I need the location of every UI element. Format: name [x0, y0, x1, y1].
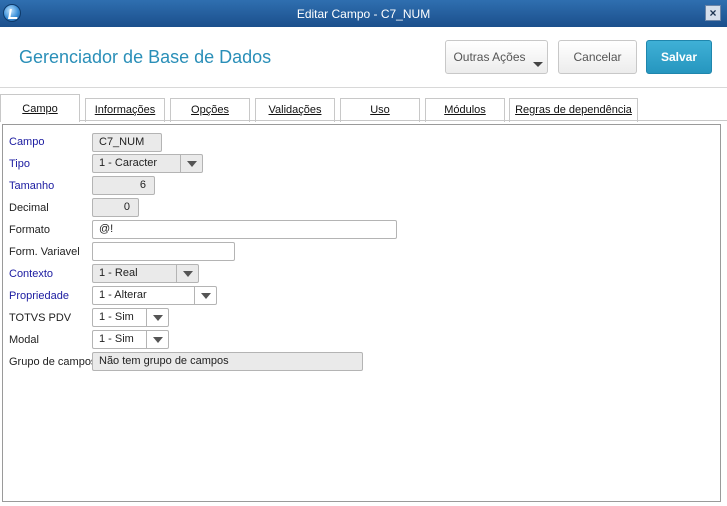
decimal-label: Decimal	[9, 202, 49, 214]
totvs-pdv-select[interactable]: 1 - Sim	[92, 308, 169, 327]
cancel-button[interactable]: Cancelar	[558, 40, 637, 74]
modal-select[interactable]: 1 - Sim	[92, 330, 169, 349]
tipo-value: 1 - Caracter	[99, 157, 158, 169]
window-titlebar: Editar Campo - C7_NUM ×	[0, 0, 727, 27]
campo-field[interactable]: C7_NUM	[92, 133, 162, 152]
tipo-select[interactable]: 1 - Caracter	[92, 154, 203, 173]
tamanho-label: Tamanho	[9, 180, 55, 192]
form-variavel-field[interactable]	[92, 242, 235, 261]
tab-bar: Campo Informações Opções Validações Uso …	[0, 87, 727, 122]
chevron-down-icon[interactable]	[146, 309, 168, 326]
close-icon[interactable]: ×	[705, 5, 721, 21]
tab-uso[interactable]: Uso	[340, 98, 420, 122]
formato-label: Formato	[9, 224, 50, 236]
grupo-campos-label: Grupo de campos	[9, 356, 97, 368]
other-actions-button[interactable]: Outras Ações	[445, 40, 548, 74]
header: Gerenciador de Base de Dados Outras Açõe…	[0, 27, 727, 87]
decimal-field[interactable]: 0	[92, 198, 139, 217]
contexto-label: Contexto	[9, 268, 54, 280]
tab-informacoes[interactable]: Informações	[85, 98, 165, 122]
grupo-campos-field[interactable]: Não tem grupo de campos	[92, 352, 363, 371]
modal-label: Modal	[9, 334, 39, 346]
modal-value: 1 - Sim	[99, 333, 134, 345]
tab-validacoes[interactable]: Validações	[255, 98, 335, 122]
totvs-pdv-value: 1 - Sim	[99, 311, 134, 323]
totvs-pdv-label: TOTVS PDV	[9, 312, 72, 324]
page-title: Gerenciador de Base de Dados	[19, 47, 272, 67]
chevron-down-icon[interactable]	[176, 265, 198, 282]
other-actions-label: Outras Ações	[453, 50, 526, 64]
chevron-down-icon[interactable]	[194, 287, 216, 304]
propriedade-label: Propriedade	[9, 290, 69, 302]
contexto-value: 1 - Real	[99, 267, 138, 279]
window-title: Editar Campo - C7_NUM	[296, 7, 431, 21]
tab-regras-dependencia[interactable]: Regras de dependência	[509, 98, 638, 122]
campo-label: Campo	[9, 136, 45, 148]
tab-divider	[0, 120, 727, 121]
formato-field[interactable]: @!	[92, 220, 397, 239]
tab-modulos[interactable]: Módulos	[425, 98, 505, 122]
tamanho-field[interactable]: 6	[92, 176, 155, 195]
propriedade-select[interactable]: 1 - Alterar	[92, 286, 217, 305]
tab-campo[interactable]: Campo	[0, 94, 80, 122]
chevron-down-icon	[533, 62, 543, 67]
contexto-select[interactable]: 1 - Real	[92, 264, 199, 283]
tab-opcoes[interactable]: Opções	[170, 98, 250, 122]
chevron-down-icon[interactable]	[180, 155, 202, 172]
propriedade-value: 1 - Alterar	[99, 289, 147, 301]
save-button[interactable]: Salvar	[646, 40, 712, 74]
form-panel: Campo C7_NUM Tipo 1 - Caracter Tamanho 6…	[2, 124, 721, 502]
chevron-down-icon[interactable]	[146, 331, 168, 348]
tipo-label: Tipo	[9, 158, 30, 170]
form-variavel-label: Form. Variavel	[9, 246, 80, 258]
